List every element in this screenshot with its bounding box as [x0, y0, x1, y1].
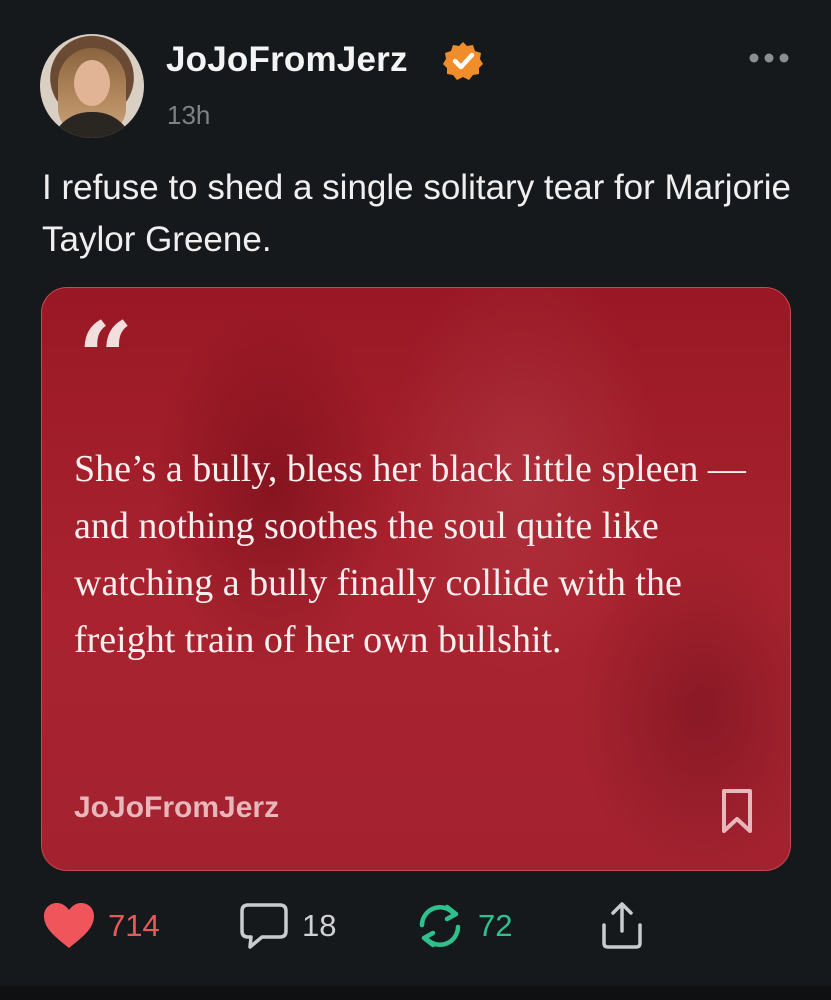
restack-count: 72	[478, 908, 513, 943]
quote-text: She’s a bully, bless her black little sp…	[74, 448, 746, 661]
bookmark-icon[interactable]	[720, 788, 754, 834]
post-timestamp: 13h	[167, 100, 211, 130]
comment-bubble-icon	[240, 903, 288, 949]
like-button[interactable]: 714	[42, 895, 160, 957]
quote-mark-icon: “	[78, 301, 134, 414]
comment-button[interactable]: 18	[238, 895, 336, 957]
restack-icon	[419, 904, 461, 948]
heart-icon	[44, 903, 94, 948]
username[interactable]: JoJoFromJerz	[166, 40, 408, 80]
bottom-edge	[0, 986, 831, 1000]
post-text: I refuse to shed a single solitary tear …	[42, 168, 791, 259]
share-icon	[602, 902, 642, 949]
verified-check-icon	[443, 42, 483, 80]
avatar-face	[74, 60, 110, 106]
quote-card[interactable]: “ She’s a bully, bless her black little …	[41, 287, 791, 871]
avatar[interactable]	[40, 34, 144, 138]
like-count: 714	[108, 908, 160, 943]
more-dots-icon[interactable]	[748, 44, 790, 72]
comment-count: 18	[302, 908, 337, 943]
action-bar: 714 18 72	[0, 895, 831, 965]
quote-author[interactable]: JoJoFromJerz	[74, 791, 279, 825]
restack-button[interactable]: 72	[414, 895, 512, 957]
share-button[interactable]	[598, 895, 646, 957]
